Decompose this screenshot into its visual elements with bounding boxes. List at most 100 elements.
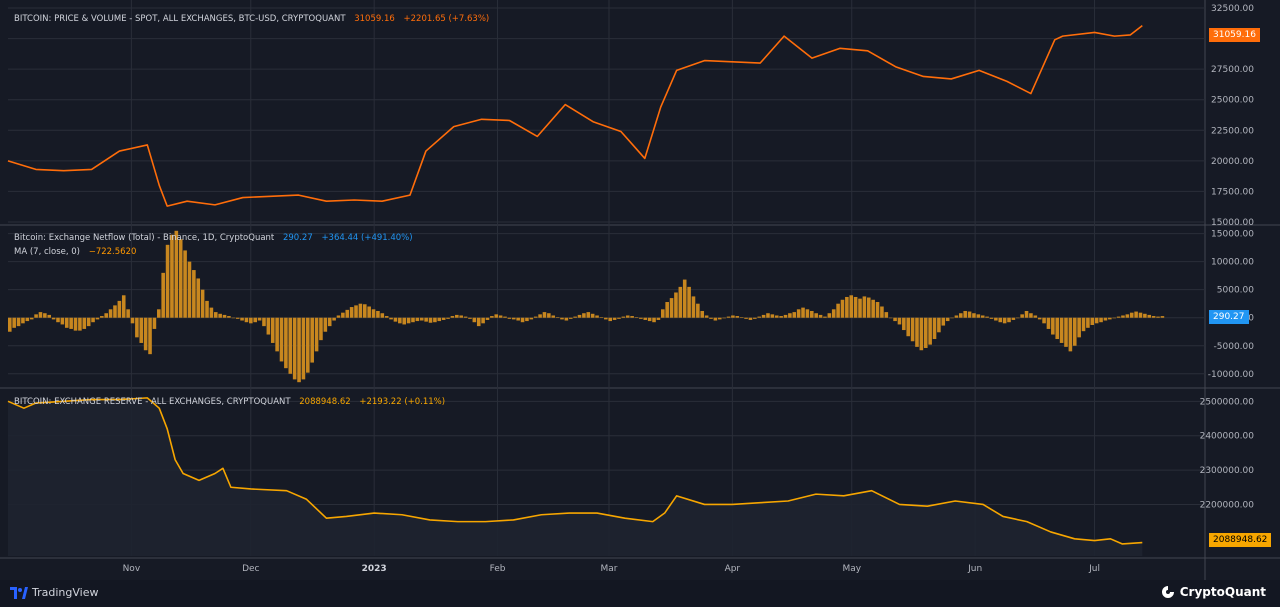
netflow-bar — [398, 317, 402, 324]
netflow-bar — [209, 307, 214, 318]
netflow-bar — [406, 317, 411, 324]
netflow-bar — [47, 314, 52, 318]
price-y-tick-label: 20000.00 — [1211, 157, 1254, 167]
netflow-bar — [437, 317, 442, 322]
netflow-bar — [16, 317, 21, 327]
netflow-bar — [928, 317, 932, 345]
netflow-bar — [82, 317, 87, 329]
netflow-bar — [1020, 314, 1024, 318]
price-series-line — [7, 24, 1143, 207]
tradingview-logo[interactable]: TradingView — [10, 586, 98, 599]
netflow-bar — [362, 304, 367, 318]
netflow-bar — [902, 317, 906, 331]
netflow-bar — [906, 317, 911, 337]
tradingview-brand: TradingView — [32, 586, 99, 599]
netflow-bar — [218, 313, 222, 318]
netflow-bar — [1015, 317, 1020, 319]
netflow-bar — [827, 313, 832, 318]
netflow-bar — [897, 317, 902, 325]
netflow-bar — [358, 303, 363, 318]
netflow-bar — [1160, 316, 1165, 318]
netflow-bar — [174, 230, 179, 318]
netflow-bar — [665, 302, 669, 318]
netflow-bar — [696, 303, 700, 318]
netflow-bar — [875, 302, 880, 318]
netflow-bar — [402, 317, 407, 325]
netflow-bar — [1121, 315, 1125, 318]
netflow-bar — [336, 315, 341, 318]
netflow-bar — [100, 316, 104, 318]
netflow-bar — [117, 300, 122, 318]
netflow-bar — [301, 317, 306, 380]
reserve-y-tick-label: 2300000.00 — [1200, 466, 1255, 476]
netflow-bar — [774, 315, 779, 318]
netflow-y-tick-label: 5000.00 — [1217, 286, 1254, 296]
cryptoquant-logo[interactable]: CryptoQuant — [1161, 585, 1266, 599]
netflow-bar — [297, 317, 301, 383]
netflow-bar — [139, 317, 144, 343]
netflow-bar — [980, 315, 985, 318]
netflow-y-tick-label: -5000.00 — [1214, 342, 1255, 352]
netflow-bar — [893, 317, 897, 322]
netflow-bar — [1002, 317, 1007, 324]
netflow-bar — [888, 317, 893, 319]
cryptoquant-brand: CryptoQuant — [1179, 585, 1266, 599]
netflow-bar — [1029, 313, 1033, 318]
netflow-bar — [253, 317, 258, 323]
netflow-bar — [8, 317, 12, 332]
netflow-bar — [415, 317, 420, 322]
netflow-bar — [923, 317, 928, 348]
netflow-ma-label: MA (7, close, 0) — [14, 247, 80, 257]
netflow-bar — [91, 317, 95, 323]
netflow-bar — [389, 317, 393, 320]
netflow-bar — [284, 317, 288, 369]
netflow-bar — [498, 315, 503, 318]
price-change: +2201.65 (+7.63%) — [403, 14, 490, 24]
netflow-bar — [639, 317, 643, 319]
chart-canvas: Nov Dec 2023 Feb Mar Apr May Jun Jul 15000.00 1750… — [0, 0, 1280, 580]
price-last-value: 31059.16 — [354, 14, 395, 24]
netflow-bar — [1086, 317, 1090, 328]
netflow-bar — [341, 312, 345, 318]
netflow-bar — [104, 313, 108, 318]
netflow-bar — [21, 317, 25, 324]
netflow-bar — [630, 316, 634, 318]
netflow-bar — [744, 317, 748, 319]
netflow-bar — [691, 296, 696, 318]
netflow-bar — [349, 307, 354, 318]
netflow-bar — [1099, 317, 1103, 323]
netflow-bar — [1108, 317, 1112, 320]
netflow-bar — [148, 317, 152, 355]
netflow-bar — [577, 314, 582, 318]
netflow-bar — [915, 317, 919, 347]
netflow-bar — [880, 306, 884, 318]
netflow-bar — [932, 317, 937, 340]
netflow-bar — [884, 312, 889, 318]
netflow-bar — [1090, 317, 1095, 326]
netflow-bar — [840, 299, 845, 318]
reserve-panel-title: BITCOIN: EXCHANGE RESERVE - ALL EXCHANGE… — [14, 397, 291, 407]
netflow-bar — [327, 317, 332, 327]
netflow-bar — [64, 317, 69, 328]
netflow-panel-title: Bitcoin: Exchange Netflow (Total) - Bina… — [14, 233, 275, 243]
netflow-bar — [187, 261, 192, 318]
netflow-bar — [976, 314, 981, 318]
netflow-bar — [288, 317, 293, 374]
netflow-bar — [376, 310, 380, 318]
netflow-bar — [428, 317, 433, 323]
netflow-bar — [69, 317, 73, 329]
netflow-bar — [959, 313, 963, 318]
netflow-bar — [1147, 314, 1152, 318]
netflow-bar — [1094, 317, 1099, 324]
price-y-tick-label: 25000.00 — [1211, 96, 1254, 106]
netflow-bar — [604, 317, 608, 320]
netflow-bar — [161, 272, 165, 318]
netflow-bar — [126, 309, 130, 318]
netflow-bar — [262, 317, 266, 327]
netflow-bar — [871, 299, 875, 318]
netflow-bar — [950, 317, 954, 319]
netflow-bar — [656, 317, 661, 320]
netflow-bar — [1134, 311, 1138, 318]
netflow-bar — [941, 317, 946, 326]
reserve-panel-header: BITCOIN: EXCHANGE RESERVE - ALL EXCHANGE… — [14, 397, 445, 407]
